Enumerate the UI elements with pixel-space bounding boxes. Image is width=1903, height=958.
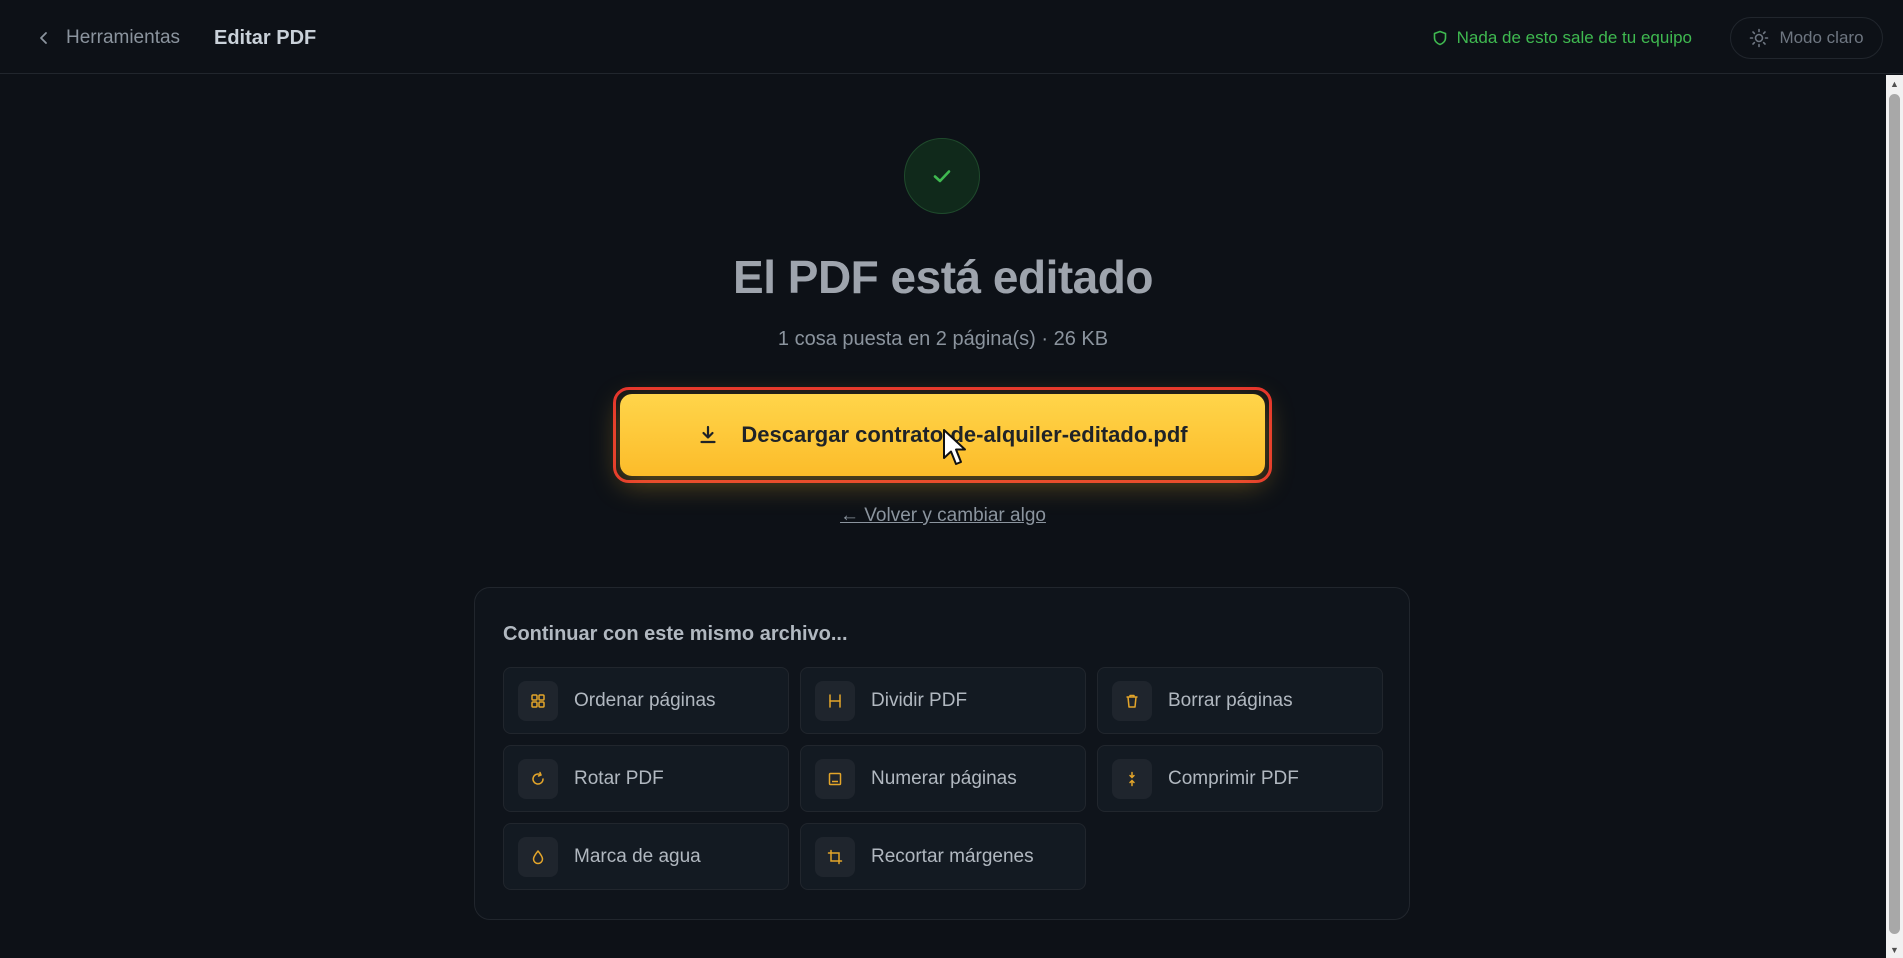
- back-link-label: Herramientas: [66, 27, 181, 48]
- scroll-up-arrow-icon[interactable]: ▲: [1886, 75, 1903, 92]
- result-summary: 1 cosa puesta en 2 página(s) · 26 KB: [777, 328, 1109, 350]
- tool-borrar-paginas[interactable]: Borrar páginas: [1097, 667, 1383, 734]
- shield-icon: [1433, 30, 1446, 46]
- page-scrollbar[interactable]: ▲ ▼: [1886, 75, 1903, 958]
- back-and-change-link[interactable]: ← Volver y cambiar algo: [0, 505, 1886, 527]
- scroll-down-arrow-icon[interactable]: ▼: [1886, 941, 1903, 958]
- scrollbar-thumb[interactable]: [1889, 94, 1900, 934]
- tool-label: Dividir PDF: [871, 689, 968, 711]
- chevron-left-icon: [40, 32, 47, 44]
- back-to-tools-link[interactable]: Herramientas: [36, 24, 180, 52]
- tool-marca-de-agua[interactable]: Marca de agua: [503, 823, 789, 890]
- result-headline: El PDF está editado: [733, 251, 1153, 303]
- compress-icon: [1129, 771, 1135, 786]
- grid-icon: [531, 693, 545, 708]
- privacy-note-text: Nada de esto sale de tu equipo: [1456, 28, 1692, 47]
- success-badge: [904, 138, 980, 214]
- tool-dividir-pdf[interactable]: Dividir PDF: [800, 667, 1086, 734]
- download-icon: [700, 425, 717, 444]
- continue-title: Continuar con este mismo archivo...: [503, 623, 848, 645]
- continue-tools-card: Continuar con este mismo archivo... Orde…: [474, 587, 1410, 920]
- tool-label: Numerar páginas: [871, 767, 1017, 789]
- crop-icon: [827, 849, 843, 864]
- tool-label: Marca de agua: [574, 845, 701, 867]
- tool-numerar-paginas[interactable]: Numerar páginas: [800, 745, 1086, 812]
- droplet-icon: [532, 849, 544, 864]
- checkmark-icon: [933, 170, 951, 183]
- sun-icon: [1750, 28, 1769, 48]
- top-bar: Herramientas Editar PDF Nada de esto sal…: [0, 0, 1903, 74]
- rotate-icon: [532, 771, 544, 785]
- tool-recortar-margenes[interactable]: Recortar márgenes: [800, 823, 1086, 890]
- trash-icon: [1126, 694, 1138, 708]
- theme-toggle-label: Modo claro: [1779, 28, 1864, 47]
- tool-label: Ordenar páginas: [574, 689, 716, 711]
- split-icon: [829, 693, 841, 708]
- tool-label: Borrar páginas: [1168, 689, 1293, 711]
- tool-label: Recortar márgenes: [871, 845, 1034, 867]
- theme-toggle-button[interactable]: Modo claro: [1730, 17, 1883, 59]
- tool-grid: Ordenar páginas Dividir PDF Borrar págin…: [503, 667, 1384, 890]
- mouse-cursor-icon: [943, 429, 966, 465]
- tool-rotar-pdf[interactable]: Rotar PDF: [503, 745, 789, 812]
- tool-label: Comprimir PDF: [1168, 767, 1299, 789]
- privacy-note: Nada de esto sale de tu equipo: [1432, 24, 1692, 52]
- tool-label: Rotar PDF: [574, 767, 664, 789]
- page-title: Editar PDF: [214, 26, 317, 49]
- tool-ordenar-paginas[interactable]: Ordenar páginas: [503, 667, 789, 734]
- tool-comprimir-pdf[interactable]: Comprimir PDF: [1097, 745, 1383, 812]
- page-number-icon: [828, 772, 842, 785]
